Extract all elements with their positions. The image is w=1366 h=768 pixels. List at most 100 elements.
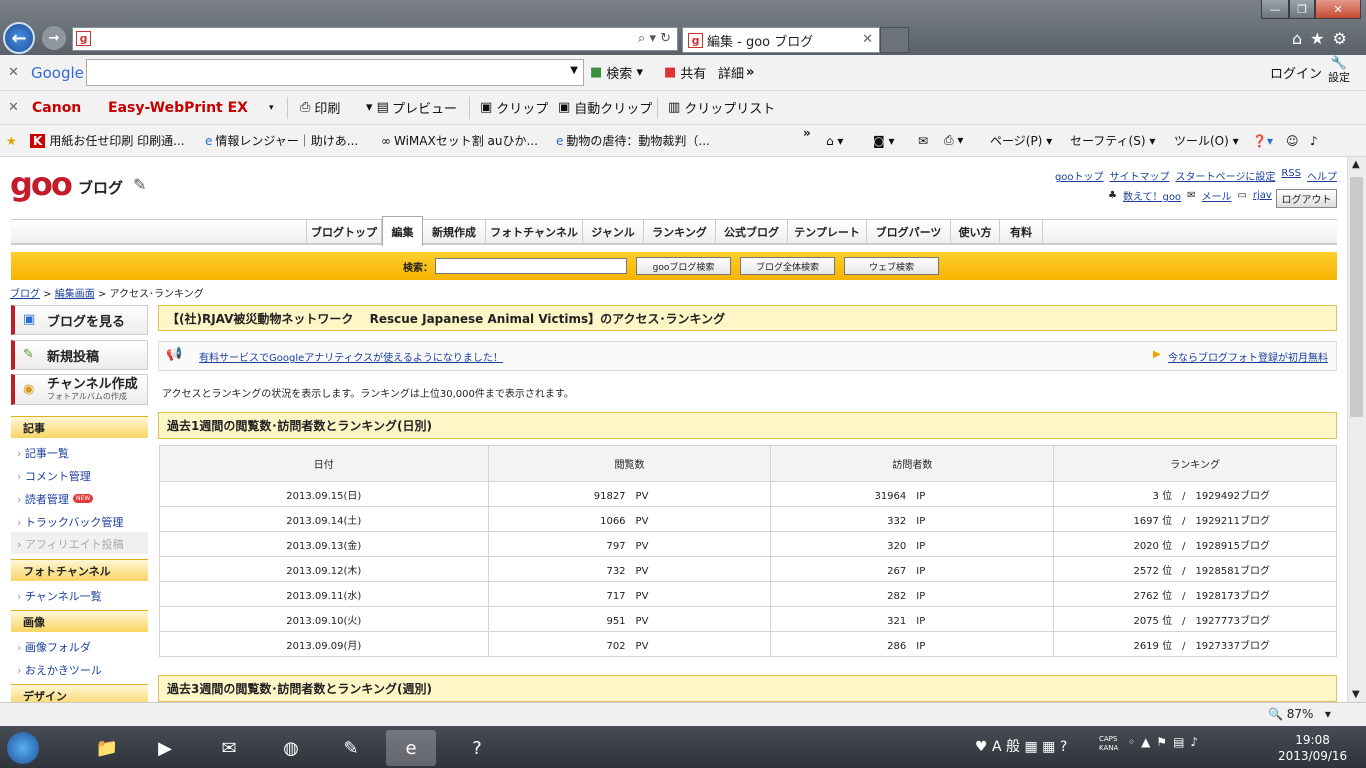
sidebar-item-image-folder[interactable]: 画像フォルダ xyxy=(17,639,91,655)
favorite-link[interactable]: e 動物の虐待：動物裁判（... xyxy=(556,125,710,156)
web-search-button[interactable]: ウェブ検索 xyxy=(844,257,939,275)
nav-blog-parts[interactable]: ブログパーツ xyxy=(867,219,951,245)
sidebar-item-channel-list[interactable]: チャンネル一覧 xyxy=(17,588,102,604)
notice-right-link[interactable]: 今ならブログフォト登録が初月無料 xyxy=(1168,349,1328,364)
tab-close-icon[interactable]: ✕ xyxy=(862,32,873,47)
maximize-button[interactable]: ❐ xyxy=(1289,0,1315,19)
favorite-link[interactable]: e 情報レンジャー｜助けあ... xyxy=(205,125,358,156)
scrollbar-thumb[interactable] xyxy=(1350,177,1363,417)
notice-link[interactable]: 有料サービスでGoogleアナリティクスが使えるようになりました！ xyxy=(199,349,503,364)
media-player-icon[interactable]: ▶ xyxy=(140,730,190,766)
google-share-button[interactable]: ■ 共有 xyxy=(664,55,706,90)
mail-link[interactable]: メール xyxy=(1201,188,1231,203)
help-link[interactable]: ヘルプ xyxy=(1307,168,1337,183)
address-bar[interactable]: g ⌕ ▾ ↻ xyxy=(72,27,678,51)
col-views: 閲覧数 xyxy=(487,445,772,482)
safety-menu[interactable]: セーフティ(S) ▾ xyxy=(1070,125,1155,156)
logout-button[interactable]: ログアウト xyxy=(1276,189,1337,208)
ie-icon[interactable]: e xyxy=(386,730,436,766)
goo-logo[interactable]: goo xyxy=(10,165,73,203)
nav-ranking[interactable]: ランキング xyxy=(644,219,716,245)
firefox-icon[interactable]: ◍ xyxy=(266,730,316,766)
favorites-star-icon[interactable]: ★ xyxy=(6,125,17,156)
close-button[interactable]: ✕ xyxy=(1315,0,1361,19)
new-post-button[interactable]: ✎ 新規投稿 xyxy=(11,340,148,370)
nav-template[interactable]: テンプレート xyxy=(788,219,867,245)
clock[interactable]: 19:08 2013/09/16 xyxy=(1278,732,1347,764)
nav-blog-top[interactable]: ブログトップ xyxy=(306,219,382,245)
page-scrollbar[interactable]: ▲ ▼ xyxy=(1347,157,1366,702)
print-icon[interactable]: ⎙ ▾ xyxy=(944,125,963,156)
auto-clip-button[interactable]: ▣ 自動クリップ xyxy=(558,91,652,124)
sidebar-item-article-list[interactable]: 記事一覧 xyxy=(17,445,69,461)
scroll-up-icon[interactable]: ▲ xyxy=(1352,159,1360,170)
sitemap-link[interactable]: サイトマップ xyxy=(1110,168,1170,183)
tab-edit[interactable]: g 編集 - goo ブログ ✕ xyxy=(682,27,880,53)
google-search-button[interactable]: ■ 検索 ▾ xyxy=(590,55,643,90)
nav-paid[interactable]: 有料 xyxy=(1000,219,1043,245)
favorite-link[interactable]: ∞ WiMAXセット割 auひか... xyxy=(381,125,538,156)
start-button[interactable] xyxy=(0,730,46,766)
breadcrumb-blog[interactable]: ブログ xyxy=(10,289,40,300)
nav-genre[interactable]: ジャンル xyxy=(583,219,644,245)
notepad-icon[interactable]: ✎ xyxy=(326,730,376,766)
home-star-gear-icon[interactable]: ⌂★⚙ xyxy=(1292,29,1355,48)
tools-menu[interactable]: ツール(O) ▾ xyxy=(1174,125,1239,156)
research-icon[interactable]: ♪ xyxy=(1310,125,1318,156)
nav-official-blog[interactable]: 公式ブログ xyxy=(716,219,788,245)
settings-button[interactable]: 🔧 設定 xyxy=(1328,57,1350,85)
goo-blog-search-button[interactable]: gooブログ検索 xyxy=(636,257,731,275)
sidebar-item-drawing-tool[interactable]: おえかきツール xyxy=(17,662,102,678)
more-favorites-chevron[interactable]: » xyxy=(803,117,811,148)
close-toolbar-icon[interactable]: ✕ xyxy=(8,91,19,124)
details-button[interactable]: 詳細 xyxy=(718,55,744,90)
nav-new-post[interactable]: 新規作成 xyxy=(423,219,486,245)
favorite-link[interactable]: K 用紙お任せ印刷 印刷通... xyxy=(30,125,185,156)
preview-button[interactable]: ▾ ▤ プレビュー xyxy=(366,91,457,124)
zoom-control[interactable]: 🔍 87% ▾ xyxy=(1268,707,1331,721)
all-blog-search-button[interactable]: ブログ全体検索 xyxy=(740,257,835,275)
rss-icon[interactable]: ◙ ▾ xyxy=(873,125,894,156)
sidebar-item-trackbacks[interactable]: トラックバック管理 xyxy=(17,514,123,530)
google-search-input[interactable]: ▼ xyxy=(86,59,584,86)
sidebar-item-readers[interactable]: 読者管理 xyxy=(17,491,69,507)
startpage-link[interactable]: スタートページに設定 xyxy=(1176,168,1276,183)
breadcrumb-edit[interactable]: 編集画面 xyxy=(55,289,95,300)
minimize-button[interactable]: — xyxy=(1261,0,1289,19)
back-icon[interactable]: ← xyxy=(3,22,35,54)
goo-top-link[interactable]: gooトップ xyxy=(1055,168,1104,183)
channel-create-button[interactable]: ◉ チャンネル作成 フォトアルバムの作成 xyxy=(11,374,148,405)
scroll-down-icon[interactable]: ▼ xyxy=(1352,689,1360,700)
help-icon[interactable]: ❓▾ xyxy=(1252,125,1273,156)
nav-photo-channel[interactable]: フォトチャンネル xyxy=(486,219,583,245)
nav-how-to[interactable]: 使い方 xyxy=(951,219,1000,245)
zoom-icon: 🔍 xyxy=(1268,707,1283,721)
mail-app-icon[interactable]: ✉ xyxy=(204,730,254,766)
forward-icon[interactable]: → xyxy=(42,26,66,50)
clip-list-button[interactable]: ▥ クリップリスト xyxy=(668,91,775,124)
system-tray-icons[interactable]: ◦▲⚑▤♪ xyxy=(1128,735,1204,749)
sidebar-item-comments[interactable]: コメント管理 xyxy=(17,468,91,484)
nav-edit[interactable]: 編集 xyxy=(382,216,423,246)
mail-icon[interactable]: ✉ xyxy=(918,125,928,156)
print-button[interactable]: ⎙ 印刷 xyxy=(300,91,340,124)
rss-link[interactable]: RSS xyxy=(1281,168,1301,183)
clip-button[interactable]: ▣ クリップ xyxy=(480,91,548,124)
new-tab-button[interactable] xyxy=(880,27,909,53)
page-menu[interactable]: ページ(P) ▾ xyxy=(990,125,1052,156)
view-blog-button[interactable]: ▣ ブログを見る xyxy=(11,305,148,335)
easy-webprint-logo[interactable]: Easy-WebPrint EX xyxy=(108,91,248,124)
help-app-icon[interactable]: ? xyxy=(452,730,502,766)
search-refresh-icon[interactable]: ⌕ ▾ ↻ xyxy=(638,31,671,46)
search-input[interactable] xyxy=(435,258,627,274)
user-link[interactable]: rjav xyxy=(1253,190,1272,201)
login-button[interactable]: ログイン xyxy=(1270,55,1322,90)
messenger-icon[interactable]: ☺ xyxy=(1286,125,1299,156)
count-link[interactable]: 数えて！goo xyxy=(1123,188,1181,203)
chevron-down-icon[interactable]: ▾ xyxy=(269,91,274,124)
explorer-icon[interactable]: 📁 xyxy=(82,730,132,766)
close-toolbar-icon[interactable]: ✕ xyxy=(8,55,19,90)
home-icon[interactable]: ⌂ ▾ xyxy=(826,125,843,156)
more-chevron[interactable]: » xyxy=(746,55,754,90)
tray-icons[interactable]: ♥ A 般 ▦ ▦ ? xyxy=(975,736,1067,756)
